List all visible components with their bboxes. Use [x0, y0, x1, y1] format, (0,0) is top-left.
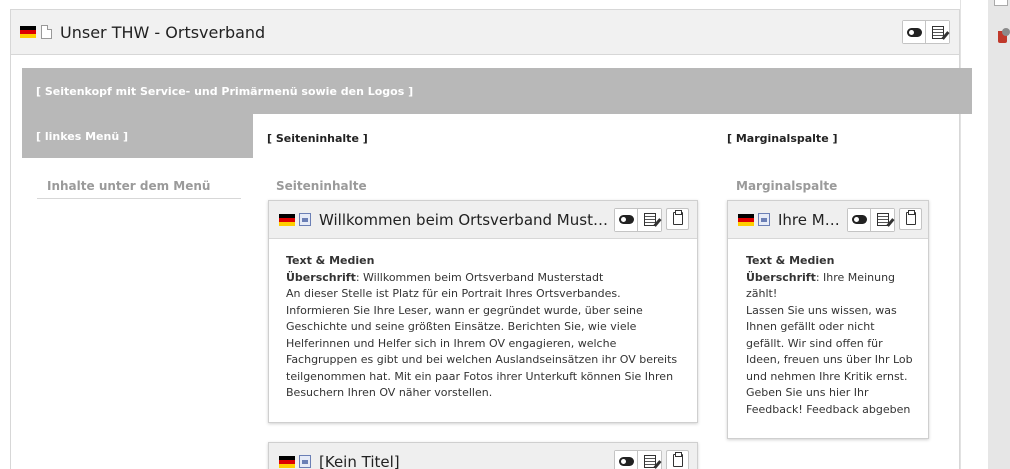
gutter-top-control[interactable] — [994, 0, 1008, 6]
clipboard-icon — [672, 210, 683, 225]
left-column-divider — [37, 198, 241, 199]
edit-icon — [643, 213, 656, 226]
content-element-actions — [614, 207, 689, 232]
content-element-button-group — [614, 207, 662, 232]
copy-button[interactable] — [666, 449, 689, 469]
flag-de-icon — [20, 26, 36, 38]
content-element-header: Willkommen beim Ortsverband Musterst... — [269, 201, 697, 239]
flag-de-icon — [279, 213, 295, 226]
content-element-actions — [847, 207, 922, 232]
page-header: Unser THW - Ortsverband — [11, 10, 959, 55]
content-element-title[interactable]: [Kein Titel] — [319, 453, 608, 469]
content-type-label: Text & Medien — [286, 254, 375, 267]
bodytext-preview: An dieser Stelle ist Platz für ein Portr… — [286, 287, 678, 399]
toggle-visibility-button[interactable] — [615, 450, 638, 469]
content-element-button-group — [847, 207, 895, 232]
content-element-header: [Kein Titel] — [269, 443, 697, 469]
content-element-icon[interactable] — [758, 213, 770, 226]
content-element-actions — [614, 449, 689, 469]
content-element-untitled[interactable]: [Kein Titel] — [268, 442, 698, 469]
content-element-title[interactable]: Ihre Me... — [778, 211, 841, 229]
content-element-title[interactable]: Willkommen beim Ortsverband Musterst... — [319, 211, 608, 229]
content-element-welcome[interactable]: Willkommen beim Ortsverband Musterst... … — [268, 200, 698, 423]
flag-de-icon — [279, 455, 295, 468]
edit-page-button[interactable] — [926, 21, 949, 43]
header-label: Überschrift — [286, 270, 356, 284]
clipboard-icon — [672, 452, 683, 467]
content-element-preview: Text & Medien Überschrift: Ihre Meinung … — [728, 239, 928, 418]
header-line: Überschrift: Ihre Meinung zählt! — [746, 270, 914, 303]
content-element-preview: Text & Medien Überschrift: Willkommen be… — [269, 239, 697, 402]
column-label-sidebar: [ Marginalspalte ] — [727, 132, 838, 145]
clipboard-icon — [905, 210, 916, 225]
copy-button[interactable] — [666, 207, 689, 230]
trash-icon[interactable] — [994, 28, 1010, 46]
header-label: Überschrift — [746, 270, 816, 284]
layout-banner-header: [ Seitenkopf mit Service- und Primärmenü… — [22, 68, 972, 114]
edit-icon — [931, 25, 944, 39]
edit-button[interactable] — [871, 208, 894, 231]
column-label-left-menu: [ linkes Menü ] — [22, 114, 253, 158]
content-type-label: Text & Medien — [746, 254, 835, 267]
right-gutter — [988, 0, 1010, 469]
column-title-sidebar: Marginalspalte — [736, 179, 838, 193]
column-label-main: [ Seiteninhalte ] — [267, 132, 368, 145]
page-icon[interactable] — [41, 25, 52, 39]
page-title: Unser THW - Ortsverband — [60, 22, 266, 42]
content-element-icon[interactable] — [299, 455, 311, 468]
content-element-header: Ihre Me... — [728, 201, 928, 239]
content-element-button-group — [614, 449, 662, 469]
header-value: : Willkommen beim Ortsverband Musterstad… — [355, 270, 604, 284]
copy-button[interactable] — [899, 207, 922, 230]
content-element-feedback[interactable]: Ihre Me... Text & Medien Überschrift: Ih… — [727, 200, 929, 439]
edit-button[interactable] — [638, 450, 661, 469]
toggle-visibility-button[interactable] — [615, 208, 638, 231]
header-line: Überschrift: Willkommen beim Ortsverband… — [286, 270, 680, 287]
bodytext-preview: Lassen Sie uns wissen, was Ihnen gefällt… — [746, 303, 913, 416]
column-title-left: Inhalte unter dem Menü — [47, 179, 211, 193]
toggle-visibility-icon — [906, 27, 922, 37]
toggle-visibility-button[interactable] — [903, 21, 926, 43]
edit-button[interactable] — [638, 208, 661, 231]
toggle-visibility-button[interactable] — [848, 208, 871, 231]
column-title-main: Seiteninhalte — [276, 179, 367, 193]
toggle-visibility-icon — [851, 215, 867, 224]
toggle-visibility-icon — [618, 215, 634, 224]
flag-de-icon — [738, 213, 754, 226]
toggle-visibility-icon — [618, 457, 634, 466]
edit-icon — [643, 455, 656, 468]
content-element-icon[interactable] — [299, 213, 311, 226]
edit-icon — [876, 213, 889, 226]
page-actions — [902, 20, 950, 44]
